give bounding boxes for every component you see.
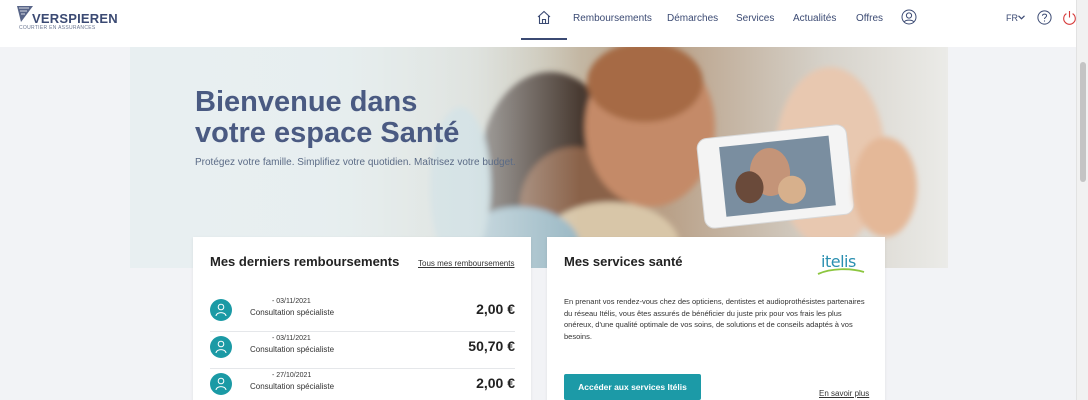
user-account-button[interactable] bbox=[901, 9, 917, 30]
person-icon bbox=[210, 299, 232, 321]
reimbursement-label: Consultation spécialiste bbox=[250, 382, 335, 391]
page-scrollbar[interactable] bbox=[1076, 0, 1088, 400]
scrollbar-thumb[interactable] bbox=[1080, 62, 1086, 182]
reimbursement-label: Consultation spécialiste bbox=[250, 345, 335, 354]
hero-banner: Bienvenue dans votre espace Santé Protég… bbox=[130, 47, 948, 268]
reimbursement-date: - 03/11/2021 bbox=[272, 298, 311, 305]
language-label: FR bbox=[1006, 13, 1018, 23]
nav-offres[interactable]: Offres bbox=[856, 13, 883, 24]
person-icon bbox=[210, 373, 232, 395]
brand-name: VERSPIEREN bbox=[32, 11, 118, 26]
help-button[interactable] bbox=[1037, 10, 1052, 30]
reimbursement-date: - 03/11/2021 bbox=[272, 335, 311, 342]
all-reimbursements-link[interactable]: Tous mes remboursements bbox=[418, 259, 514, 268]
logo-mark-icon bbox=[17, 6, 33, 22]
nav-remboursements[interactable]: Remboursements bbox=[573, 13, 652, 24]
logout-button[interactable] bbox=[1062, 10, 1077, 30]
nav-home[interactable] bbox=[521, 0, 567, 40]
chevron-down-icon bbox=[1018, 15, 1025, 20]
reimbursement-label: Consultation spécialiste bbox=[250, 308, 335, 317]
reimbursement-row[interactable]: - 27/10/2021 Consultation spécialiste 2,… bbox=[210, 369, 515, 400]
learn-more-link[interactable]: En savoir plus bbox=[819, 389, 869, 398]
itelis-logo: itelis bbox=[816, 252, 868, 276]
reimbursement-amount: 2,00 € bbox=[476, 301, 515, 317]
hero-subtitle: Protégez votre famille. Simplifiez votre… bbox=[195, 157, 516, 168]
itelis-services-button[interactable]: Accéder aux services Itélis bbox=[564, 374, 701, 400]
help-icon bbox=[1037, 10, 1052, 25]
reimbursement-amount: 50,70 € bbox=[468, 338, 515, 354]
reimbursements-title: Mes derniers remboursements bbox=[210, 254, 400, 269]
language-selector[interactable]: FR bbox=[1006, 13, 1025, 23]
itelis-swoosh-icon bbox=[817, 268, 865, 275]
reimbursements-card: Mes derniers remboursements Tous mes rem… bbox=[193, 237, 531, 400]
reimbursement-date: - 27/10/2021 bbox=[272, 372, 312, 379]
power-icon bbox=[1063, 11, 1076, 25]
hero-title-line-2: votre espace Santé bbox=[195, 117, 460, 149]
nav-demarches[interactable]: Démarches bbox=[667, 13, 718, 24]
brand-tagline: COURTIER EN ASSURANCES bbox=[19, 25, 96, 31]
top-navigation-bar: VERSPIEREN COURTIER EN ASSURANCES Rembou… bbox=[0, 0, 1076, 47]
nav-services[interactable]: Services bbox=[736, 13, 774, 24]
hero-title-line-1: Bienvenue dans bbox=[195, 86, 418, 118]
reimbursement-amount: 2,00 € bbox=[476, 375, 515, 391]
health-services-card: Mes services santé itelis En prenant vos… bbox=[547, 237, 885, 400]
reimbursement-row[interactable]: - 03/11/2021 Consultation spécialiste 50… bbox=[210, 332, 515, 369]
reimbursement-row[interactable]: - 03/11/2021 Consultation spécialiste 2,… bbox=[210, 295, 515, 332]
person-icon bbox=[210, 336, 232, 358]
hero-title: Bienvenue dans votre espace Santé bbox=[195, 87, 555, 149]
home-icon bbox=[537, 10, 551, 25]
user-circle-icon bbox=[901, 9, 917, 25]
services-title: Mes services santé bbox=[564, 254, 683, 269]
services-description: En prenant vos rendez-vous chez des opti… bbox=[564, 297, 865, 341]
verspieren-logo[interactable]: VERSPIEREN COURTIER EN ASSURANCES bbox=[17, 6, 127, 32]
nav-actualites[interactable]: Actualités bbox=[793, 13, 836, 24]
